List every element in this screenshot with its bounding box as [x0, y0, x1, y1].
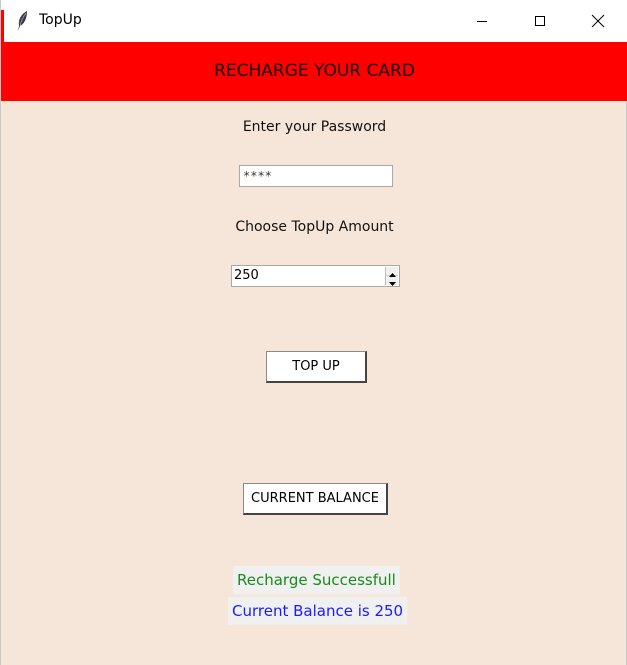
maximize-icon	[534, 15, 546, 27]
triangle-down-icon	[388, 271, 396, 290]
header-banner: RECHARGE YOUR CARD	[1, 42, 627, 101]
balance-message: Current Balance is 250	[228, 597, 408, 625]
amount-label: Choose TopUp Amount	[235, 219, 394, 235]
app-window: TopUp RECHARGE YOUR CARD Enter your Pass…	[0, 0, 627, 665]
current-balance-button[interactable]: CURRENT BALANCE	[243, 483, 388, 515]
spin-arrows	[385, 267, 398, 286]
password-field[interactable]	[239, 165, 393, 187]
top-up-button[interactable]: TOP UP	[266, 351, 367, 383]
maximize-button[interactable]	[517, 0, 563, 42]
minimize-icon	[476, 15, 488, 27]
title-bar[interactable]: TopUp	[1, 0, 627, 42]
page-title: RECHARGE YOUR CARD	[214, 60, 415, 81]
close-icon	[591, 14, 605, 28]
amount-value[interactable]: 250	[234, 268, 259, 283]
status-message: Recharge Successfull	[233, 566, 400, 594]
window-edge-accent	[1, 10, 4, 42]
minimize-button[interactable]	[459, 0, 505, 42]
spin-down-button[interactable]	[386, 276, 398, 286]
password-label: Enter your Password	[242, 119, 387, 135]
window-title: TopUp	[39, 12, 82, 28]
feather-icon	[15, 10, 31, 32]
close-button[interactable]	[575, 0, 621, 42]
amount-spinbox[interactable]: 250	[231, 265, 400, 287]
